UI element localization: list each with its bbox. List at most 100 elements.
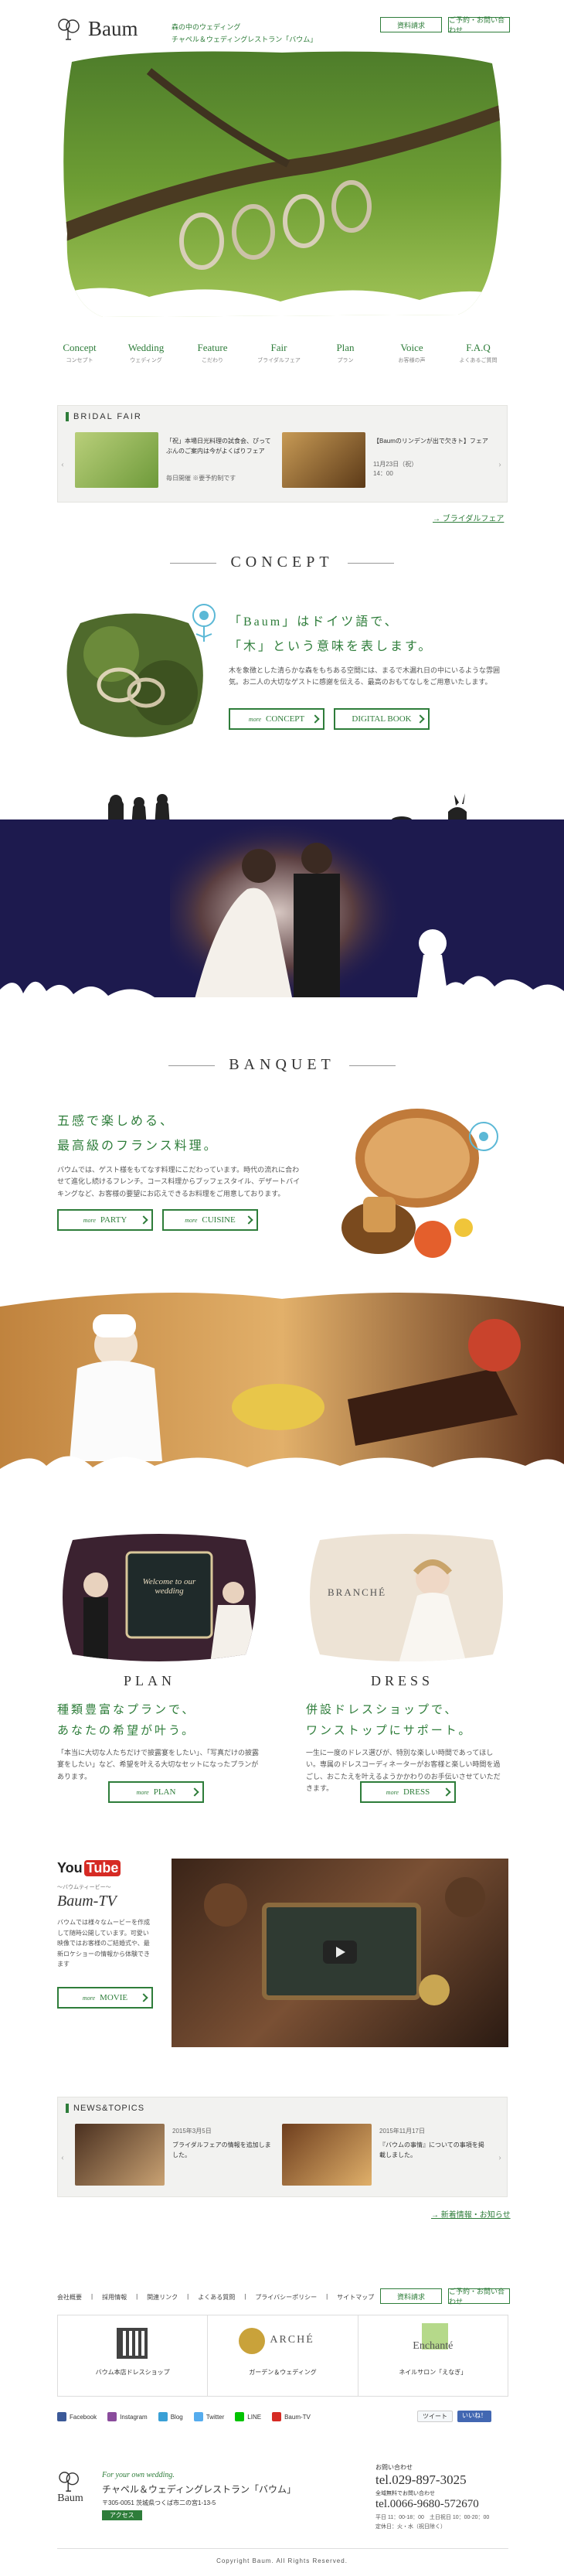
footer-link-company[interactable]: 会社概要	[57, 2293, 82, 2302]
movie-button[interactable]: more MOVIE	[57, 1987, 153, 2009]
banner-enchante[interactable]: Enchanté ネイルサロン「えなぎ」	[358, 2315, 508, 2396]
fair-next-arrow[interactable]: ›	[498, 458, 501, 470]
banquet-catch-1: 五感で楽しめる、	[57, 1115, 175, 1128]
dress-button[interactable]: more DRESS	[360, 1781, 456, 1803]
contact-hours-2: 定休日：火・水（祝日除く）	[375, 2524, 446, 2530]
plan-catch-1: 種類豊富なプランで、	[57, 1704, 196, 1716]
share-buttons: ツイート いいね！	[417, 2411, 491, 2422]
banner-dress-label: バウム本店ドレスショップ	[95, 2369, 170, 2376]
social-links: Facebook Instagram Blog Twitter LINE Bau…	[57, 2412, 311, 2421]
contact-tel-1[interactable]: tel.029-897-3025	[375, 2472, 530, 2488]
blog-link[interactable]: Blog	[158, 2412, 183, 2421]
plan-body: 「本当に大切な人たちだけで披露宴をしたい」、「写真だけの披露宴をしたい」など、希…	[57, 1749, 260, 1780]
concept-catch-1: 「Baum」はドイツ語で、	[229, 615, 399, 629]
footer-divider: |	[136, 2293, 138, 2300]
news-prev-arrow[interactable]: ‹	[61, 2152, 64, 2163]
youtube-sub: ～バウムティービー～	[57, 1885, 111, 1890]
dress-shop-name: BRANCHÉ	[328, 1586, 387, 1598]
concept-title: CONCEPT	[0, 554, 564, 571]
plan-button[interactable]: more PLAN	[108, 1781, 204, 1803]
footer-access-badge[interactable]: アクセス	[102, 2510, 142, 2520]
news-item-1-date: 2015年3月5日	[172, 2128, 212, 2135]
footer-link-privacy[interactable]: プライバシーポリシー	[255, 2293, 317, 2302]
footer-divider-line	[57, 2548, 508, 2549]
contact-label: お問い合わせ	[375, 2464, 413, 2471]
contact-hours-1: 平日 11：00-18：00 土日祝日 10：00-20：00	[375, 2515, 490, 2520]
youtube-body: バウムでは様々なムービーを作成して随時公開しています。可愛い映像ではお客様のご結…	[57, 1919, 150, 1968]
banquet-chef-photo	[0, 1283, 564, 1484]
tweet-button[interactable]: ツイート	[417, 2411, 453, 2422]
facebook-link[interactable]: Facebook	[57, 2412, 97, 2421]
contact-tel-2[interactable]: tel.0066-9680-572670	[375, 2498, 530, 2511]
fair-item-2[interactable]: 【Baumのリンデンが出で欠きト】フェア 11月23日（祝） 14：00	[282, 432, 489, 488]
nav-voice[interactable]: Voice お客様の声	[385, 342, 439, 364]
footer-reserve-button[interactable]: ご予約・お問い合わせ	[448, 2288, 510, 2305]
plan-catch-2: あなたの希望が叶う。	[57, 1725, 196, 1737]
nav-concept[interactable]: Concept コンセプト	[53, 342, 107, 364]
header-info-button[interactable]: 資料請求	[380, 17, 442, 32]
arche-emblem-icon	[239, 2328, 266, 2354]
news-item-1[interactable]: 2015年3月5日 ブライダルフェアの情報を追加しました。	[75, 2124, 276, 2186]
qr-code-icon	[117, 2328, 148, 2359]
youtube-logo: You Tube	[57, 1860, 121, 1876]
logo[interactable]: Baum	[57, 17, 138, 41]
dress-heading: DRESS	[371, 1673, 434, 1688]
footer-links: 会社概要 | 採用情報 | 関連リンク | よくある質問 | プライバシーポリシー | サ…	[57, 2293, 374, 2302]
facebook-icon	[57, 2412, 66, 2421]
nav-fair[interactable]: Fair ブライダルフェア	[252, 342, 306, 364]
fair-item-2-image	[282, 432, 365, 488]
like-button[interactable]: いいね！	[457, 2411, 491, 2422]
footer-banners: バウム本店ドレスショップ ARCHÉ ガーデン＆ウェディング Enchanté …	[57, 2315, 508, 2397]
banner-enchante-name: Enchanté	[413, 2340, 454, 2352]
nav-faq[interactable]: F.A.Q よくあるご質問	[451, 342, 505, 364]
concept-button[interactable]: more CONCEPT	[229, 708, 324, 730]
fair-item-1[interactable]: 「祝」本場日光料理の試食会、ぴってぶんのご案内は今がよくばりフェア 毎日開催 ※…	[75, 432, 276, 488]
nav-wedding[interactable]: Wedding ウェディング	[119, 342, 173, 364]
cuisine-button[interactable]: more CUISINE	[162, 1209, 258, 1231]
banquet-title: BANQUET	[0, 1056, 564, 1074]
twitter-icon	[193, 2412, 203, 2421]
news-item-2-image	[282, 2124, 372, 2186]
nav-plan[interactable]: Plan プラン	[318, 342, 372, 364]
banner-dress-shop[interactable]: バウム本店ドレスショップ	[58, 2315, 209, 2396]
banquet-catch-2: 最高級のフランス料理。	[57, 1140, 219, 1153]
footer-link-recruit[interactable]: 採用情報	[102, 2293, 127, 2302]
fair-item-1-date: 毎日開催 ※要予約制です	[166, 475, 236, 482]
footer-link-related[interactable]: 関連リンク	[147, 2293, 178, 2302]
fair-title-text: BRIDAL FAIR	[73, 412, 142, 421]
fair-prev-arrow[interactable]: ‹	[61, 458, 64, 470]
digital-book-button[interactable]: DIGITAL BOOK	[334, 708, 430, 730]
instagram-link[interactable]: Instagram	[107, 2412, 148, 2421]
youtube-video-player[interactable]	[172, 1859, 508, 2047]
footer-divider: |	[91, 2293, 93, 2300]
blog-icon	[158, 2412, 168, 2421]
banner-arche-name: ARCHÉ	[270, 2334, 314, 2346]
footer-logo[interactable]: Baum	[57, 2471, 83, 2505]
line-link[interactable]: LINE	[235, 2412, 261, 2421]
fair-item-2-text: 【Baumのリンデンが出で欠きト】フェア	[373, 438, 488, 445]
fair-title-mark	[66, 412, 69, 421]
nav-feature[interactable]: Feature こだわり	[185, 342, 240, 364]
party-button[interactable]: more PARTY	[57, 1209, 153, 1231]
footer-contact: お問い合わせ tel.029-897-3025 全域無料でお問い合わせ tel.…	[375, 2463, 530, 2530]
concept-body: 木を象徴とした清らかな森をもちある空間には、まるで木漏れ日の中にいるような雰囲気…	[229, 666, 501, 687]
footer-catch: For your own wedding.	[102, 2471, 175, 2479]
baum-tv-link[interactable]: Baum-TV	[272, 2412, 311, 2421]
twitter-link[interactable]: Twitter	[193, 2412, 224, 2421]
play-icon[interactable]	[323, 1941, 357, 1964]
banner-arche-label: ガーデン＆ウェディング	[249, 2369, 317, 2376]
youtube-logo-tube: Tube	[83, 1860, 121, 1876]
news-next-arrow[interactable]: ›	[498, 2152, 501, 2163]
news-item-2[interactable]: 2015年11月17日 『バウムの事情』についての事項を掲載しました。	[282, 2124, 489, 2186]
footer-info-button[interactable]: 資料請求	[380, 2288, 442, 2304]
news-item-2-date: 2015年11月17日	[379, 2128, 425, 2135]
news-more-link[interactable]: → 新着情報・お知らせ	[431, 2208, 511, 2220]
banner-arche[interactable]: ARCHÉ ガーデン＆ウェディング	[208, 2315, 358, 2396]
header-reserve-button[interactable]: ご予約・お問い合わせ	[448, 16, 510, 34]
footer-link-faq[interactable]: よくある質問	[198, 2293, 235, 2302]
fair-more-link[interactable]: → ブライダルフェア	[433, 512, 504, 523]
footer-link-sitemap[interactable]: サイトマップ	[337, 2293, 374, 2302]
concept-catch-2: 「木」という意味を表します。	[229, 640, 433, 653]
dress-catch-2: ワンストップにサポート。	[306, 1725, 473, 1737]
news-item-1-text: ブライダルフェアの情報を追加しました。	[172, 2142, 271, 2159]
